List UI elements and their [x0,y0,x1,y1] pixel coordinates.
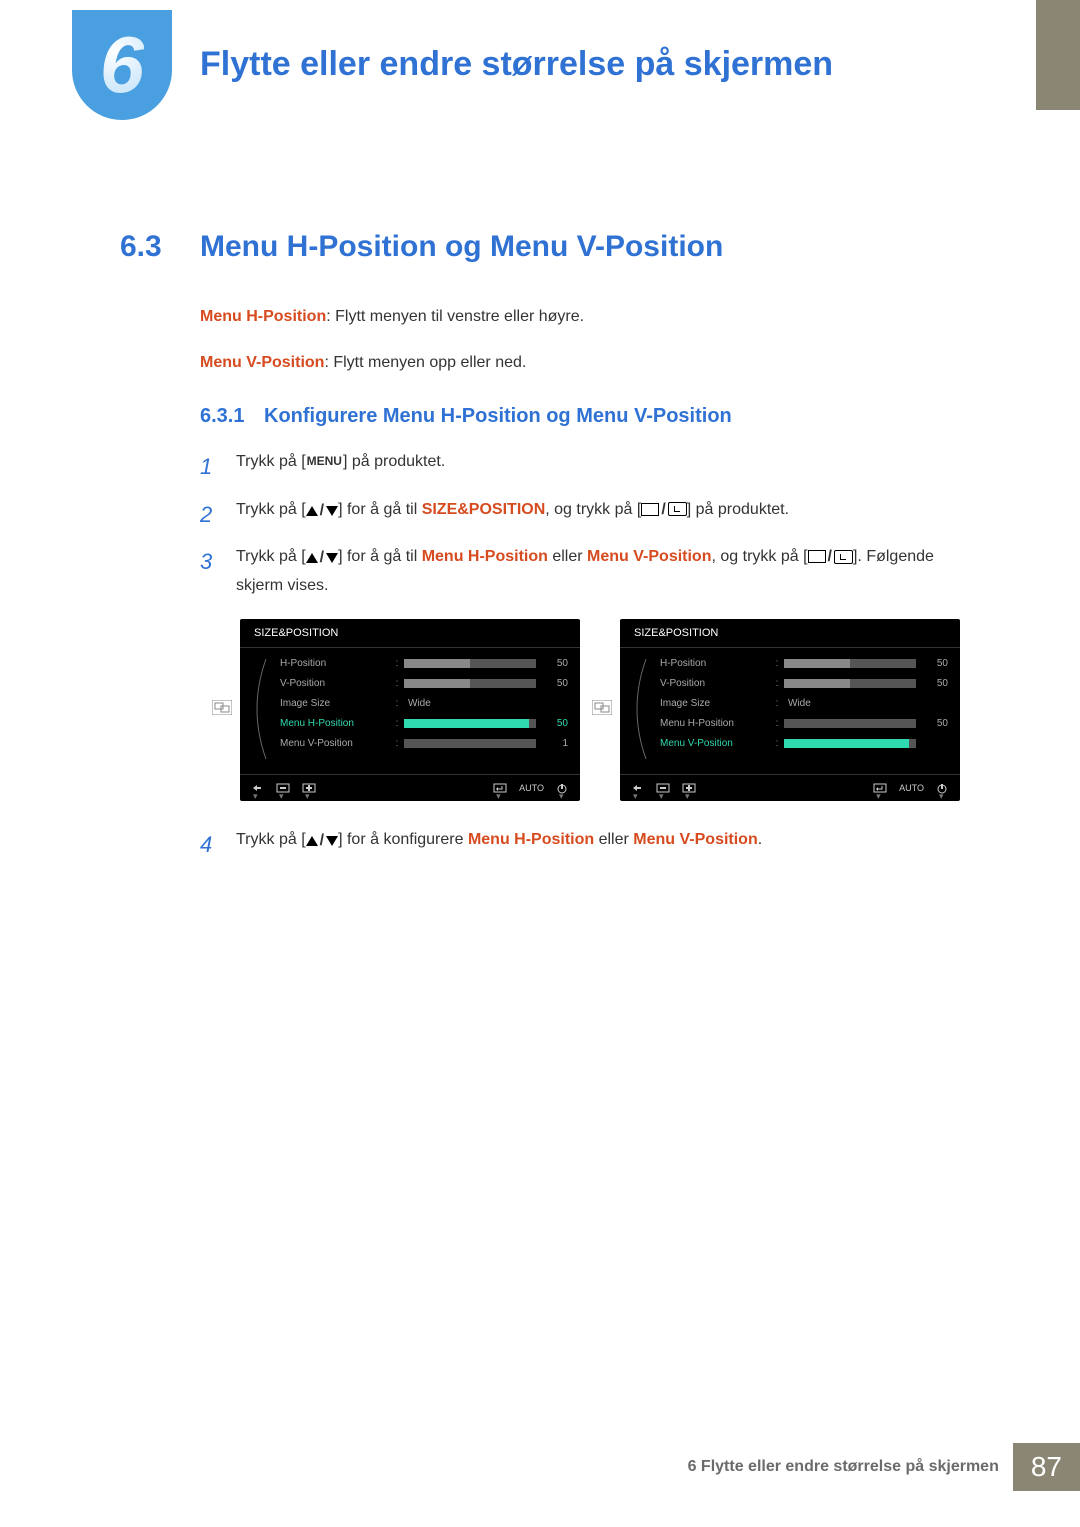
desc-h: Menu H-Position: Flytt menyen til venstr… [200,304,960,330]
osd-row-menuh: Menu H-Position: 50 [660,714,948,734]
step-1: 1 Trykk på [MENU] på produktet. [200,448,960,485]
decorative-stripe [1036,0,1080,110]
target-size-position: SIZE&POSITION [422,501,546,518]
osd-footer-back-icon: ▾ [250,783,264,793]
step-num-4: 4 [200,826,236,863]
chapter-badge: 6 [72,10,172,120]
aspect-enter-icon: / [808,543,853,570]
section-title: Menu H-Position og Menu V-Position [200,230,723,264]
chapter-title: Flytte eller endre størrelse på skjermen [200,45,833,84]
up-down-icon: / [306,497,338,524]
osd-footer-power-icon: ▾ [936,783,950,793]
osd-footer-auto: AUTO [899,783,924,793]
step-2: 2 Trykk på [/] for å gå til SIZE&POSITIO… [200,496,960,533]
osd-footer-minus-icon: ▾ [276,783,290,793]
chapter-number: 6 [100,19,145,111]
osd-arc-icon [626,654,656,764]
term-v-text: : Flytt menyen opp eller ned. [324,354,526,371]
osd-title: SIZE&POSITION [240,619,580,647]
osd-footer: ▾ ▾ ▾ ▾ AUTO ▾ [240,774,580,801]
desc-v: Menu V-Position: Flytt menyen opp eller … [200,350,960,376]
subsection-heading: 6.3.1 Konfigurere Menu H-Position og Men… [200,405,960,428]
section-heading: 6.3 Menu H-Position og Menu V-Position [120,230,960,264]
step-4-text: Trykk på [/] for å konfigurere Menu H-Po… [236,826,960,855]
osd-right: SIZE&POSITION H-Position: 50 [620,619,960,801]
osd-row-vpos: V-Position: 50 [660,674,948,694]
osd-footer-enter-icon: ▾ [873,783,887,793]
step-2-text: Trykk på [/] for å gå til SIZE&POSITION,… [236,496,960,525]
subsection-number: 6.3.1 [200,405,264,428]
osd-row-menuv: Menu V-Position: [660,734,948,754]
step-1-text: Trykk på [MENU] på produktet. [236,448,960,475]
osd-category-icon [212,700,232,715]
osd-footer-power-icon: ▾ [556,783,570,793]
osd-row-imgsize: Image Size: Wide [280,694,568,714]
osd-screenshots: SIZE&POSITION H-Position: 50 [240,619,960,801]
osd-footer-plus-icon: ▾ [302,783,316,793]
footer-page-number: 87 [1013,1443,1080,1491]
osd-footer-minus-icon: ▾ [656,783,670,793]
osd-footer: ▾ ▾ ▾ ▾ AUTO ▾ [620,774,960,801]
osd-row-vpos: V-Position: 50 [280,674,568,694]
osd-row-hpos: H-Position: 50 [660,654,948,674]
osd-footer-auto: AUTO [519,783,544,793]
step-3-text: Trykk på [/] for å gå til Menu H-Positio… [236,543,960,599]
step-num-2: 2 [200,496,236,533]
osd-left: SIZE&POSITION H-Position: 50 [240,619,580,801]
term-h-label: Menu H-Position [200,308,326,325]
osd-footer-plus-icon: ▾ [682,783,696,793]
subsection-title: Konfigurere Menu H-Position og Menu V-Po… [264,405,732,428]
up-down-icon: / [306,544,338,571]
osd-title: SIZE&POSITION [620,619,960,647]
section-number: 6.3 [120,230,200,264]
step-num-1: 1 [200,448,236,485]
osd-footer-enter-icon: ▾ [493,783,507,793]
page-footer: 6 Flytte eller endre størrelse på skjerm… [688,1443,1080,1491]
osd-row-hpos: H-Position: 50 [280,654,568,674]
step-num-3: 3 [200,543,236,580]
step-3: 3 Trykk på [/] for å gå til Menu H-Posit… [200,543,960,599]
term-h-text: : Flytt menyen til venstre eller høyre. [326,308,584,325]
aspect-enter-icon: / [641,496,686,523]
osd-arc-icon [246,654,276,764]
up-down-icon: / [306,827,338,854]
chapter-header: 6 Flytte eller endre størrelse på skjerm… [0,0,1080,120]
osd-row-menuh: Menu H-Position: 50 [280,714,568,734]
menu-button-label: MENU [306,451,343,471]
osd-row-imgsize: Image Size: Wide [660,694,948,714]
footer-text: 6 Flytte eller endre størrelse på skjerm… [688,1458,1013,1476]
step-4: 4 Trykk på [/] for å konfigurere Menu H-… [200,826,960,863]
osd-category-icon [592,700,612,715]
osd-footer-back-icon: ▾ [630,783,644,793]
osd-row-menuv: Menu V-Position: 1 [280,734,568,754]
term-v-label: Menu V-Position [200,354,324,371]
